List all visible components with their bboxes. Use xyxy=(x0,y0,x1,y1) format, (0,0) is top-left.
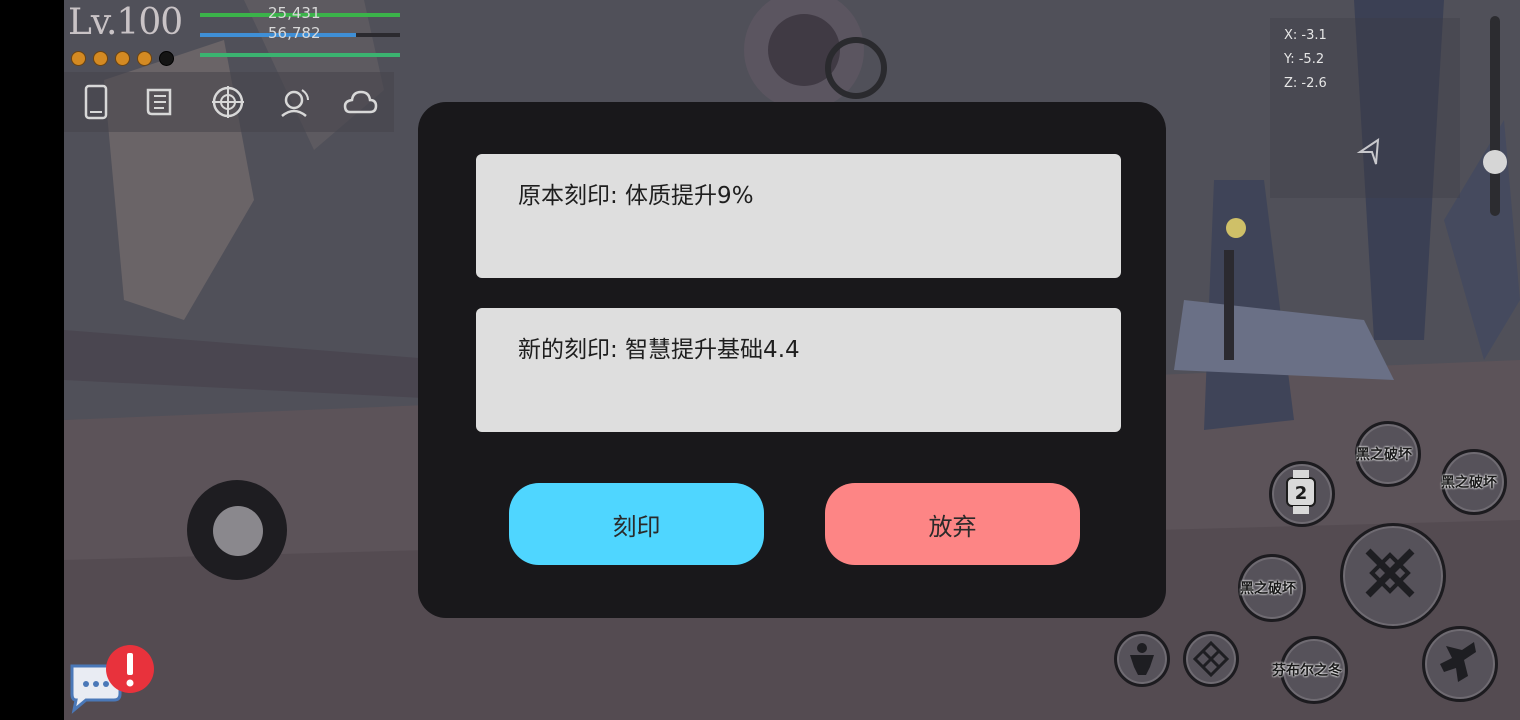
engrave-button[interactable]: 刻印 xyxy=(509,483,764,565)
camera-zoom-slider[interactable] xyxy=(1490,16,1500,216)
target-icon[interactable] xyxy=(210,84,246,120)
skill-b-label: 黑之破坏 xyxy=(1441,475,1497,491)
coordinates-panel xyxy=(1270,18,1460,198)
skill-d-label: 芬布尔之冬 xyxy=(1272,663,1342,679)
original-engraving-text: 原本刻印: 体质提升9% xyxy=(518,183,754,209)
phone-icon[interactable] xyxy=(78,84,114,120)
charge-pip xyxy=(137,51,152,66)
rune-icon xyxy=(1192,640,1230,678)
charge-pip xyxy=(115,51,130,66)
new-engraving-box: 新的刻印: 智慧提升基础4.4 xyxy=(476,308,1121,432)
camera-zoom-knob[interactable] xyxy=(1483,150,1507,174)
direction-arrow-icon xyxy=(1356,138,1380,165)
crossed-swords-icon xyxy=(1365,548,1415,598)
coord-x: X: -3.1 xyxy=(1284,28,1327,43)
level-label: Lv.100 xyxy=(68,2,183,43)
charge-pip xyxy=(93,51,108,66)
original-engraving-box: 原本刻印: 体质提升9% xyxy=(476,154,1121,278)
headset-icon[interactable] xyxy=(276,84,312,120)
giant-silhouette-icon xyxy=(1130,643,1154,675)
scroll-icon[interactable] xyxy=(142,84,178,120)
charge-pip xyxy=(159,51,174,66)
dash-icon xyxy=(1440,642,1476,682)
hp-value: 25,431 xyxy=(268,4,321,22)
new-engraving-text: 新的刻印: 智慧提升基础4.4 xyxy=(518,337,800,363)
watch-icon: 2 xyxy=(1286,470,1316,514)
skill-a-label: 黑之破坏 xyxy=(1356,447,1412,463)
xp-bar-fill xyxy=(200,53,400,57)
cloud-icon[interactable] xyxy=(342,84,378,120)
alert-badge-icon xyxy=(106,645,154,693)
watch-badge: 2 xyxy=(1295,483,1308,504)
discard-button[interactable]: 放弃 xyxy=(825,483,1080,565)
joystick-knob[interactable] xyxy=(213,506,263,556)
mp-value: 56,782 xyxy=(268,24,321,42)
charge-pip xyxy=(71,51,86,66)
coord-y: Y: -5.2 xyxy=(1284,52,1325,67)
skill-c-label: 黑之破坏 xyxy=(1240,581,1296,597)
xp-bar xyxy=(200,53,400,57)
coord-z: Z: -2.6 xyxy=(1284,76,1327,91)
